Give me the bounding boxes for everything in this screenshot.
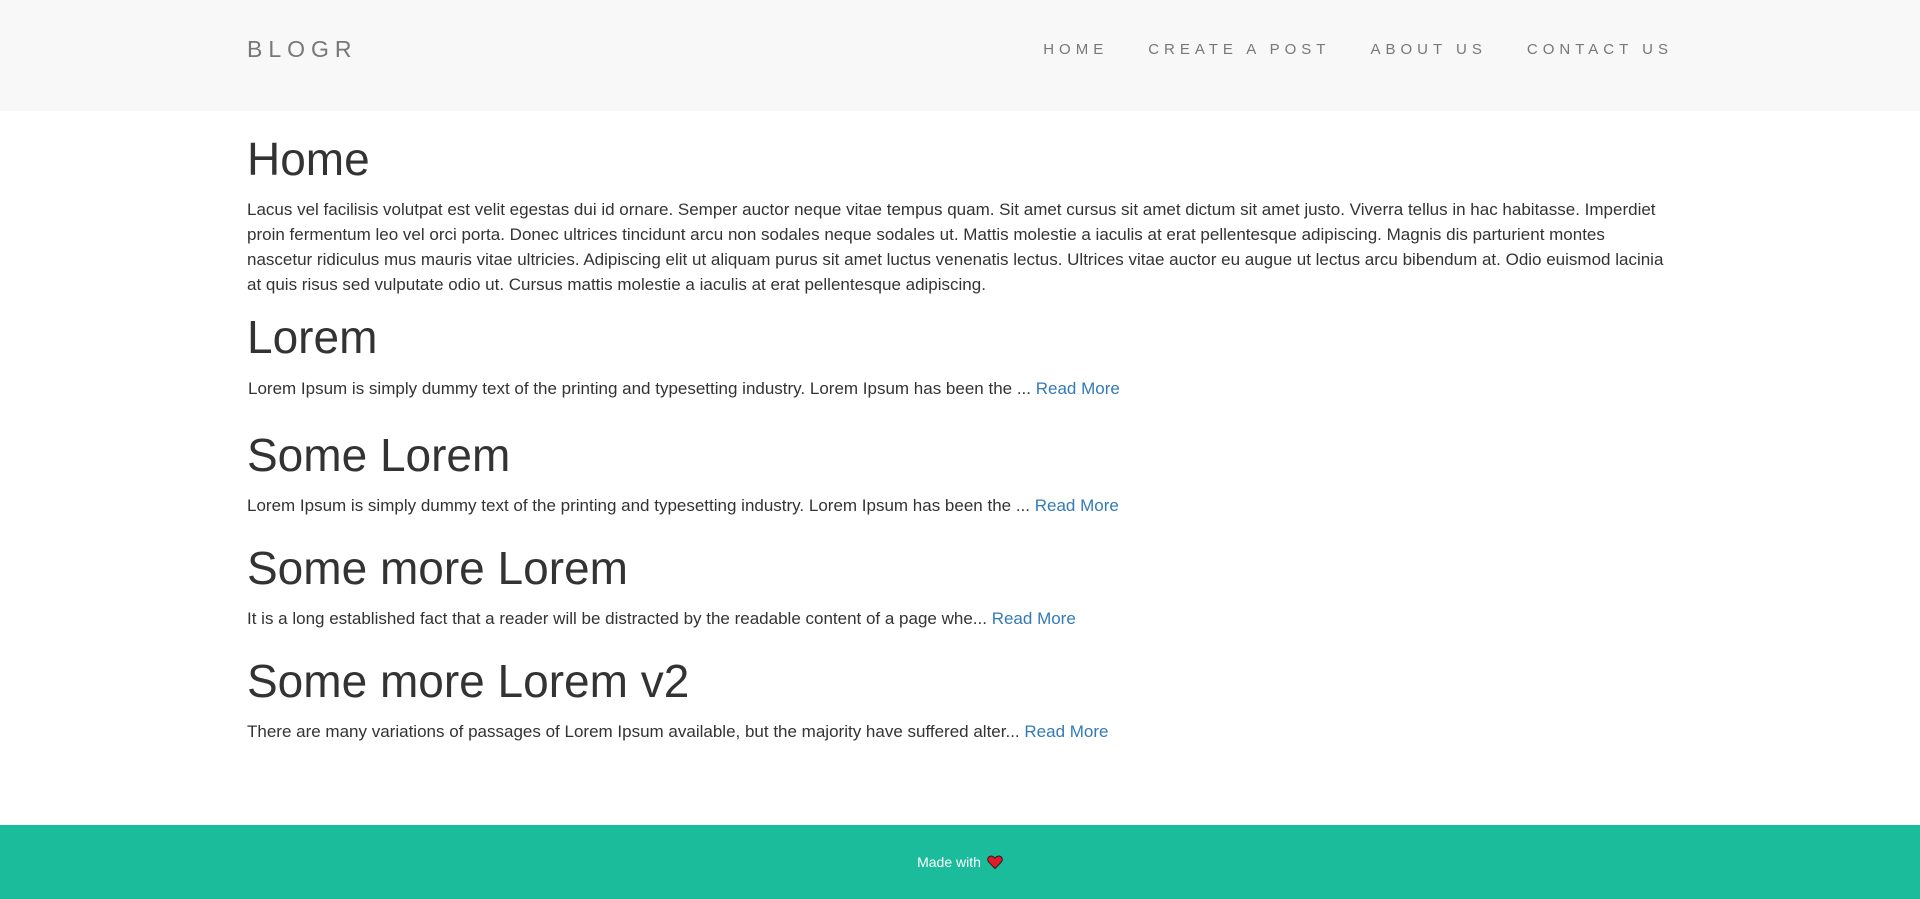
post-excerpt-text: Lorem Ipsum is simply dummy text of the … — [248, 378, 1031, 398]
main-nav: HOME CREATE A POST ABOUT US CONTACT US — [1043, 41, 1673, 58]
post-excerpt-text: There are many variations of passages of… — [247, 722, 1020, 742]
read-more-link[interactable]: Read More — [1024, 722, 1108, 741]
nav-create-post[interactable]: CREATE A POST — [1148, 41, 1330, 58]
post-item: Some more Lorem v2 There are many variat… — [247, 657, 1673, 744]
footer-text: Made with — [917, 854, 981, 870]
intro-paragraph: Lacus vel facilisis volutpat est velit e… — [247, 200, 1664, 295]
nav-home[interactable]: HOME — [1043, 41, 1108, 58]
heart-icon — [987, 854, 1003, 870]
post-item: Lorem Lorem Ipsum is simply dummy text o… — [247, 313, 1673, 400]
page-title: Home — [247, 133, 370, 185]
post-title: Some more Lorem v2 — [247, 655, 690, 708]
nav-about-us[interactable]: ABOUT US — [1370, 41, 1486, 58]
main-content: Home Lacus vel facilisis volutpat est ve… — [247, 111, 1673, 770]
footer: Made with — [0, 825, 1920, 899]
post-excerpt-text: It is a long established fact that a rea… — [247, 609, 987, 629]
post-item: Some more Lorem It is a long established… — [247, 544, 1673, 631]
post-title: Lorem — [247, 311, 378, 364]
post-excerpt: Lorem Ipsum is simply dummy text of the … — [248, 376, 1673, 401]
navbar: BLOGR HOME CREATE A POST ABOUT US CONTAC… — [0, 0, 1920, 111]
post-excerpt-text: Lorem Ipsum is simply dummy text of the … — [247, 495, 1030, 515]
post-excerpt: Lorem Ipsum is simply dummy text of the … — [247, 493, 1673, 518]
post-excerpt: There are many variations of passages of… — [247, 719, 1673, 744]
read-more-link[interactable]: Read More — [1035, 496, 1119, 515]
read-more-link[interactable]: Read More — [1036, 379, 1120, 398]
post-excerpt: It is a long established fact that a rea… — [247, 606, 1673, 631]
brand-logo[interactable]: BLOGR — [247, 36, 358, 63]
post-item: Some Lorem Lorem Ipsum is simply dummy t… — [247, 428, 1673, 518]
nav-contact-us[interactable]: CONTACT US — [1527, 41, 1673, 58]
read-more-link[interactable]: Read More — [992, 609, 1076, 628]
post-title: Some more Lorem — [247, 541, 628, 594]
post-title: Some Lorem — [247, 428, 511, 481]
